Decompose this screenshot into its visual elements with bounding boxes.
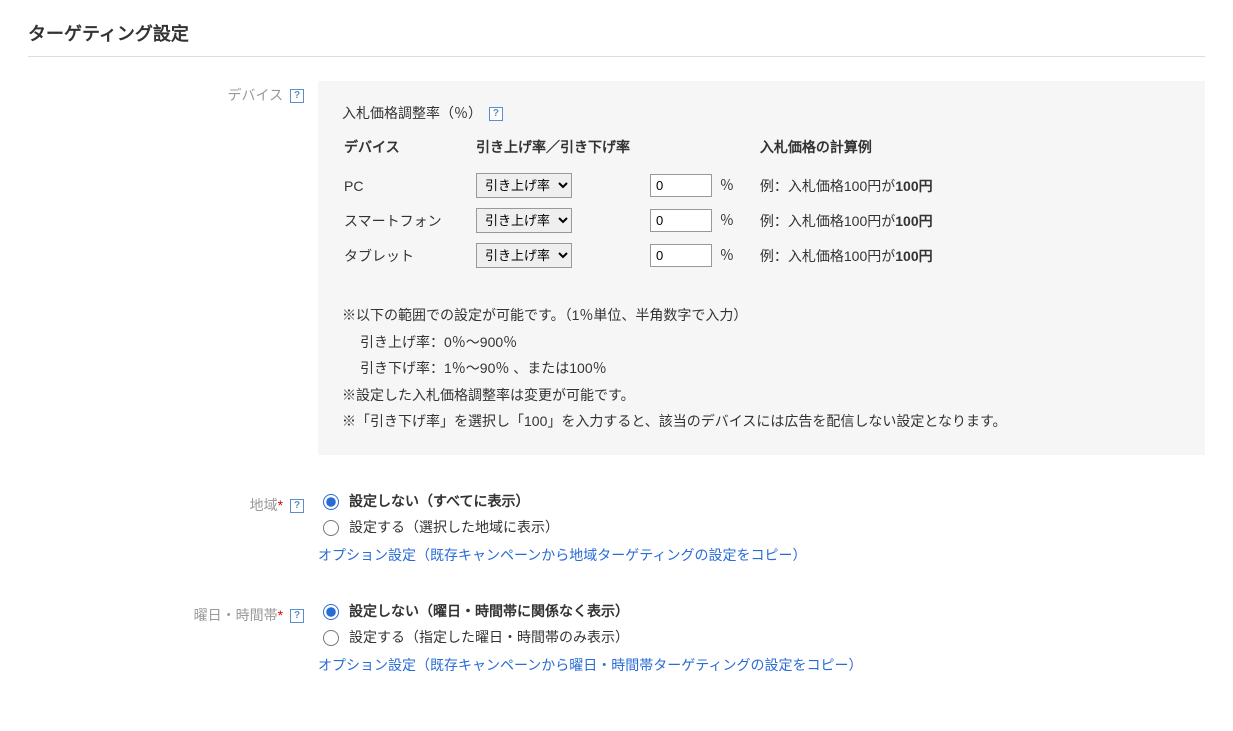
label-device: デバイス ? <box>28 81 318 105</box>
device-name: PC <box>344 169 474 202</box>
region-option-set-label: 設定する（選択した地域に表示） <box>349 517 559 537</box>
device-name: タブレット <box>344 239 474 272</box>
schedule-radio-none[interactable] <box>323 604 339 620</box>
th-device: デバイス <box>344 137 474 167</box>
schedule-option-set[interactable]: 設定する（指定した曜日・時間帯のみ表示） <box>318 627 1205 647</box>
schedule-radio-set[interactable] <box>323 630 339 646</box>
schedule-option-none[interactable]: 設定しない（曜日・時間帯に関係なく表示） <box>318 601 1205 621</box>
device-table: デバイス 引き上げ率／引き下げ率 入札価格の計算例 PC 引き上げ率 <box>342 135 953 274</box>
rate-value-input[interactable] <box>650 209 712 232</box>
rate-value-input[interactable] <box>650 174 712 197</box>
device-name: スマートフォン <box>344 204 474 237</box>
label-device-text: デバイス <box>228 87 284 103</box>
calc-example: 例：入札価格100円が100円 <box>760 239 951 272</box>
note-line: ※以下の範囲での設定が可能です。（1％単位、半角数字で入力） <box>342 302 1181 329</box>
device-panel-title: 入札価格調整率（％） ? <box>342 103 1181 123</box>
table-row: タブレット 引き上げ率 ％ 例：入札価格100円が100円 <box>344 239 951 272</box>
note-line: ※「引き下げ率」を選択し「100」を入力すると、該当のデバイスには広告を配信しな… <box>342 408 1181 435</box>
th-calc: 入札価格の計算例 <box>760 137 951 167</box>
pct-label: ％ <box>720 247 734 263</box>
label-region: 地域* ? <box>28 491 318 515</box>
region-option-none[interactable]: 設定しない（すべてに表示） <box>318 491 1205 511</box>
help-icon[interactable]: ? <box>290 609 304 623</box>
region-option-set[interactable]: 設定する（選択した地域に表示） <box>318 517 1205 537</box>
rate-type-select[interactable]: 引き上げ率 <box>476 208 572 233</box>
region-radio-set[interactable] <box>323 520 339 536</box>
help-icon[interactable]: ? <box>489 107 503 121</box>
device-panel: 入札価格調整率（％） ? デバイス 引き上げ率／引き下げ率 入札価格の計算例 P… <box>318 81 1205 455</box>
help-icon[interactable]: ? <box>290 89 304 103</box>
calc-example: 例：入札価格100円が100円 <box>760 204 951 237</box>
section-title: ターゲティング設定 <box>28 20 1205 57</box>
schedule-option-none-label: 設定しない（曜日・時間帯に関係なく表示） <box>349 601 629 621</box>
schedule-copy-link[interactable]: オプション設定（既存キャンペーンから曜日・時間帯ターゲティングの設定をコピー） <box>318 657 862 673</box>
pct-label: ％ <box>720 177 734 193</box>
pct-label: ％ <box>720 212 734 228</box>
note-line: 引き下げ率：1％～90％ 、または100％ <box>342 355 1181 382</box>
label-region-text: 地域 <box>250 497 278 513</box>
label-schedule: 曜日・時間帯* ? <box>28 601 318 625</box>
note-line: ※設定した入札価格調整率は変更が可能です。 <box>342 382 1181 409</box>
row-device: デバイス ? 入札価格調整率（％） ? デバイス 引き上げ率／引き下げ率 入札価… <box>28 81 1205 455</box>
row-region: 地域* ? 設定しない（すべてに表示） 設定する（選択した地域に表示） オプショ… <box>28 491 1205 565</box>
rate-value-input[interactable] <box>650 244 712 267</box>
region-copy-link[interactable]: オプション設定（既存キャンペーンから地域ターゲティングの設定をコピー） <box>318 547 806 563</box>
schedule-option-set-label: 設定する（指定した曜日・時間帯のみ表示） <box>349 627 629 647</box>
region-radio-none[interactable] <box>323 494 339 510</box>
device-panel-title-text: 入札価格調整率（％） <box>342 105 482 121</box>
row-schedule: 曜日・時間帯* ? 設定しない（曜日・時間帯に関係なく表示） 設定する（指定した… <box>28 601 1205 675</box>
help-icon[interactable]: ? <box>290 499 304 513</box>
label-schedule-text: 曜日・時間帯 <box>194 607 278 623</box>
rate-type-select[interactable]: 引き上げ率 <box>476 243 572 268</box>
calc-example: 例：入札価格100円が100円 <box>760 169 951 202</box>
region-option-none-label: 設定しない（すべてに表示） <box>349 491 529 511</box>
note-line: 引き上げ率：0％～900％ <box>342 329 1181 356</box>
rate-type-select[interactable]: 引き上げ率 <box>476 173 572 198</box>
th-rate: 引き上げ率／引き下げ率 <box>476 137 648 167</box>
table-row: PC 引き上げ率 ％ 例：入札価格100円が100円 <box>344 169 951 202</box>
device-notes: ※以下の範囲での設定が可能です。（1％単位、半角数字で入力） 引き上げ率：0％～… <box>342 302 1181 435</box>
table-row: スマートフォン 引き上げ率 ％ 例：入札価格100円が100円 <box>344 204 951 237</box>
